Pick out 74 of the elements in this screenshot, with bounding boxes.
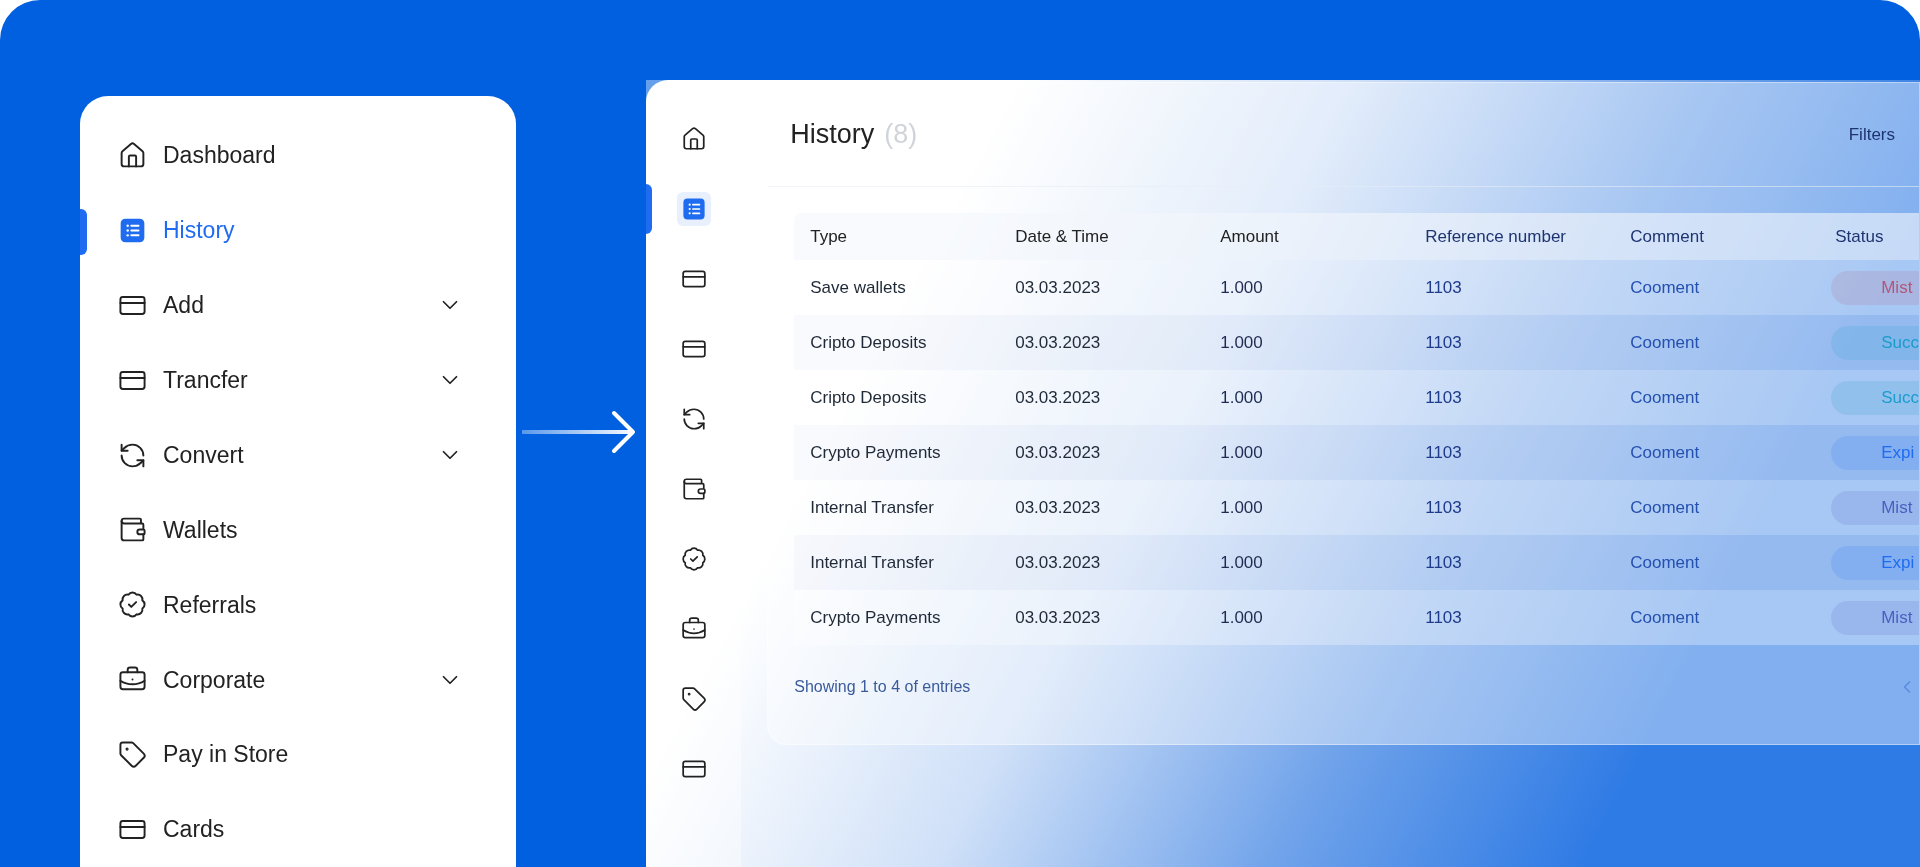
table-cell-text: Cripto Deposits xyxy=(809,331,928,354)
refresh-icon xyxy=(680,406,707,432)
table-cell-text: 03.03.2023 xyxy=(1014,276,1102,299)
column-header: Comment xyxy=(1629,225,1705,248)
table-cell-text: 1.000 xyxy=(1219,496,1264,519)
column-header: Date & Time xyxy=(1014,225,1110,248)
filters-button[interactable]: Filters xyxy=(1848,121,1897,148)
table-cell-text: 1103 xyxy=(1424,441,1463,464)
status-label: Succ xyxy=(1881,331,1919,354)
sidebar-item[interactable]: Add xyxy=(118,288,493,323)
status-label: Expi xyxy=(1881,441,1915,464)
table-cell-text: 1103 xyxy=(1424,331,1463,354)
tag-icon xyxy=(680,686,707,712)
table-cell-text: Cooment xyxy=(1629,386,1701,409)
home-icon xyxy=(680,126,707,152)
sidebar-item[interactable]: Referrals xyxy=(118,587,493,623)
card-title: History xyxy=(790,118,875,152)
badge-check-icon xyxy=(118,590,147,620)
wallet-icon xyxy=(680,476,707,502)
table-cell-text: 1.000 xyxy=(1219,331,1264,354)
selection-indicator xyxy=(80,208,87,255)
entries-summary: Showing 1 to 4 of entries xyxy=(794,677,971,697)
sidebar-item[interactable]: Wallets xyxy=(118,512,493,548)
table-cell-text: Cooment xyxy=(1629,496,1701,519)
status-label: Mist xyxy=(1881,496,1913,519)
status-label: Expi xyxy=(1881,551,1915,574)
table-cell-text: Cooment xyxy=(1629,331,1701,354)
table-cell-text: 1103 xyxy=(1424,386,1463,409)
sidebar-item[interactable]: Pay in Store xyxy=(118,737,493,772)
status-label: Mist xyxy=(1881,276,1913,299)
table-cell-text: Internal Transfer xyxy=(809,496,935,519)
table-cell-text: Cooment xyxy=(1629,441,1701,464)
column-header: Amount xyxy=(1219,225,1280,248)
status-label: Succ xyxy=(1881,386,1919,409)
table-cell-text: 1.000 xyxy=(1219,276,1264,299)
sidebar-item[interactable]: History xyxy=(118,213,493,248)
table-cell-text: 03.03.2023 xyxy=(1014,496,1102,519)
column-header: Status xyxy=(1834,225,1885,248)
briefcase-icon xyxy=(680,616,707,642)
table-cell-text: 03.03.2023 xyxy=(1014,441,1102,464)
home-icon xyxy=(118,140,147,170)
table-cell-text: Internal Transfer xyxy=(809,551,935,574)
table-cell-text: 03.03.2023 xyxy=(1014,386,1102,409)
table-cell-text: Crypto Payments xyxy=(809,606,942,629)
table-cell-text: 1103 xyxy=(1424,551,1463,574)
column-header: Reference number xyxy=(1424,225,1567,248)
table-cell-text: Cripto Deposits xyxy=(809,386,928,409)
table-cell-text: 1.000 xyxy=(1219,551,1264,574)
table-cell-text: Cooment xyxy=(1629,276,1701,299)
table-cell-text: 1103 xyxy=(1424,496,1463,519)
table-cell-text: 03.03.2023 xyxy=(1014,551,1102,574)
table-cell-text: 1103 xyxy=(1424,606,1463,629)
sidebar-item[interactable]: Trancfer xyxy=(118,362,493,398)
list-icon xyxy=(680,196,707,222)
sidebar-item[interactable]: Convert xyxy=(118,437,493,473)
table-cell-text: 1.000 xyxy=(1219,386,1264,409)
sidebar-item[interactable]: Cards xyxy=(118,812,493,847)
selection-indicator xyxy=(646,184,653,234)
arrow-icon xyxy=(521,409,637,455)
sidebar-item[interactable]: Corporate xyxy=(118,662,493,698)
badge-check-icon xyxy=(680,546,707,572)
table-cell-text: 1.000 xyxy=(1219,441,1264,464)
status-label: Mist xyxy=(1881,606,1913,629)
table-cell-text: Cooment xyxy=(1629,606,1701,629)
table-cell-text: 03.03.2023 xyxy=(1014,331,1102,354)
table-cell-text: Crypto Payments xyxy=(809,441,942,464)
tag-icon xyxy=(118,740,147,770)
table-cell-text: Cooment xyxy=(1629,551,1701,574)
table-cell-text: 1.000 xyxy=(1219,606,1264,629)
table-cell-text: Save wallets xyxy=(809,276,907,299)
table-cell-text: 03.03.2023 xyxy=(1014,606,1102,629)
column-header: Type xyxy=(809,225,849,248)
sidebar-item[interactable]: Dashboard xyxy=(118,138,493,173)
table-cell-text: 1103 xyxy=(1424,276,1463,299)
